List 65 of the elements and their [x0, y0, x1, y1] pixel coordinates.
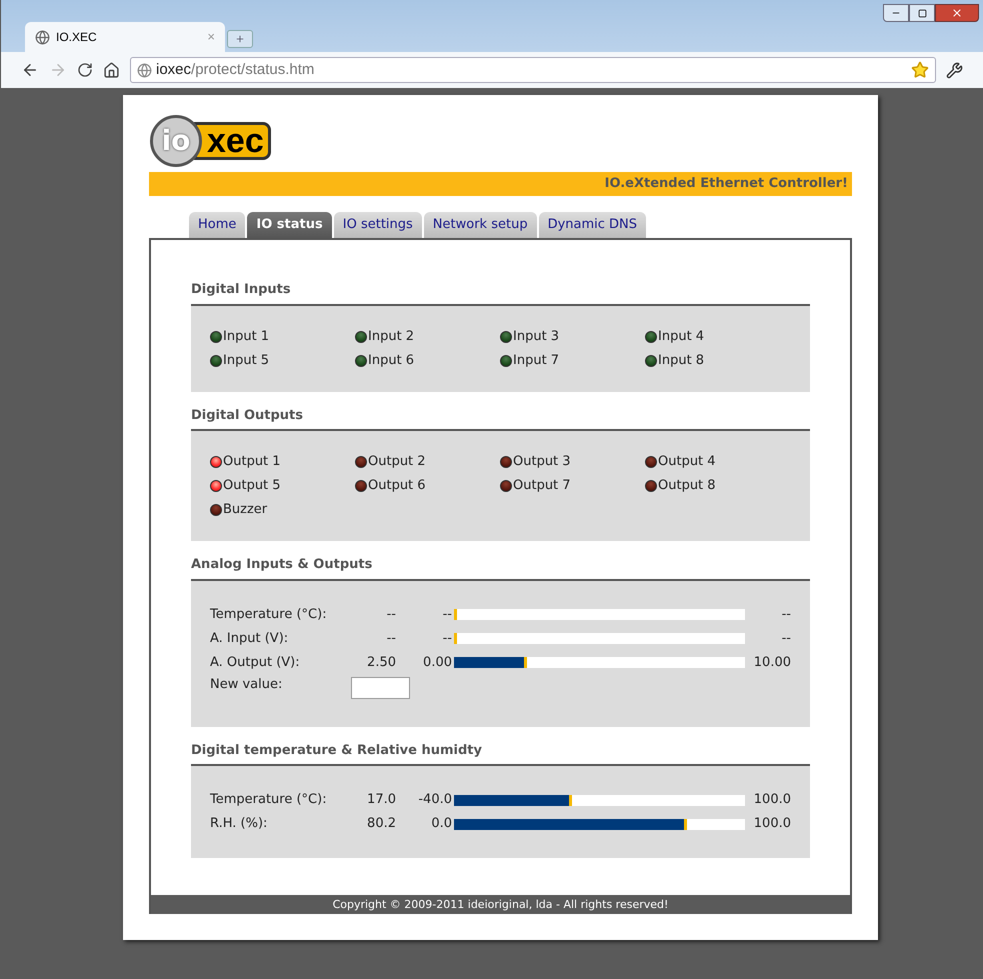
- io-label: Output 5: [223, 477, 281, 496]
- meter-label: R.H. (%):: [210, 815, 268, 834]
- meter-value: 2.50: [366, 654, 396, 672]
- meter-min: --: [442, 606, 453, 624]
- plus-icon: [235, 34, 245, 44]
- meter-max: --: [780, 630, 791, 648]
- io-label: Input 8: [658, 352, 704, 370]
- url-text: ioxec/protect/status.htm: [156, 60, 316, 80]
- meter-value: 17.0: [366, 791, 396, 810]
- io-label: Output 2: [368, 453, 426, 472]
- browser-tab[interactable]: IO.XEC ×: [25, 22, 225, 52]
- io-label: Input 7: [513, 352, 560, 370]
- meter-label: A. Input (V):: [210, 630, 290, 648]
- meter-max: 100.0: [752, 791, 791, 810]
- maximize-button[interactable]: [909, 4, 935, 22]
- meter-max: 100.0: [752, 815, 791, 834]
- nav-tab[interactable]: IO settings: [334, 212, 422, 238]
- tab-title: IO.XEC: [56, 29, 98, 46]
- meter-max: 10.00: [752, 654, 791, 672]
- meter-min: 0.00: [422, 654, 453, 672]
- meter-min: --: [442, 630, 453, 648]
- new-value-field[interactable]: [351, 676, 410, 698]
- logo-io: io: [150, 114, 202, 166]
- globe-icon: [35, 30, 50, 44]
- io-label: Output 8: [658, 477, 716, 496]
- minimize-button[interactable]: [883, 4, 909, 22]
- close-button[interactable]: [935, 4, 979, 22]
- nav-tab[interactable]: Network setup: [424, 212, 537, 238]
- io-label: Input 2: [368, 328, 414, 346]
- io-label: Output 3: [513, 453, 571, 472]
- io-label: Output 7: [513, 477, 571, 496]
- back-button[interactable]: [21, 61, 39, 79]
- meter-min: -40.0: [417, 791, 453, 810]
- io-label: Output 6: [368, 477, 426, 496]
- maximize-icon: [918, 8, 926, 18]
- meter-label: Temperature (°C):: [210, 791, 328, 810]
- footer: Copyright © 2009-2011 ideioriginal, lda - All rights reserved!: [151, 895, 850, 914]
- io-label: Input 5: [223, 352, 270, 370]
- bookmark-star-icon[interactable]: [911, 61, 929, 79]
- meter-max: --: [780, 606, 791, 624]
- meter-label: Temperature (°C):: [210, 606, 328, 624]
- nav-tab[interactable]: Home: [189, 212, 246, 238]
- globe-icon: [137, 62, 152, 78]
- meter-value: --: [386, 606, 396, 624]
- reload-button[interactable]: [77, 62, 93, 78]
- meter-label: A. Output (V):: [210, 654, 301, 672]
- meter-value: --: [386, 630, 396, 648]
- new-tab-button[interactable]: [227, 30, 253, 48]
- io-label: Input 6: [368, 352, 414, 370]
- io-label: Input 1: [223, 328, 270, 346]
- home-button[interactable]: [103, 62, 120, 78]
- meter-value: 80.2: [366, 815, 396, 834]
- close-icon: [951, 7, 963, 19]
- io-label: Output 4: [658, 453, 716, 472]
- nav-tab[interactable]: IO status: [247, 212, 332, 238]
- meter-min: 0.0: [430, 815, 453, 834]
- io-label: Input 3: [513, 328, 560, 346]
- new-value-label: New value:: [210, 676, 284, 694]
- io-label: Output 1: [223, 453, 281, 472]
- banner: IO.eXtended Ethernet Controller!: [149, 172, 852, 196]
- settings-wrench-icon[interactable]: [946, 62, 963, 78]
- address-bar[interactable]: ioxec/protect/status.htm: [130, 57, 936, 83]
- io-label: Buzzer: [223, 501, 268, 520]
- nav-tab[interactable]: Dynamic DNS: [538, 212, 646, 238]
- io-label: Input 4: [658, 328, 704, 346]
